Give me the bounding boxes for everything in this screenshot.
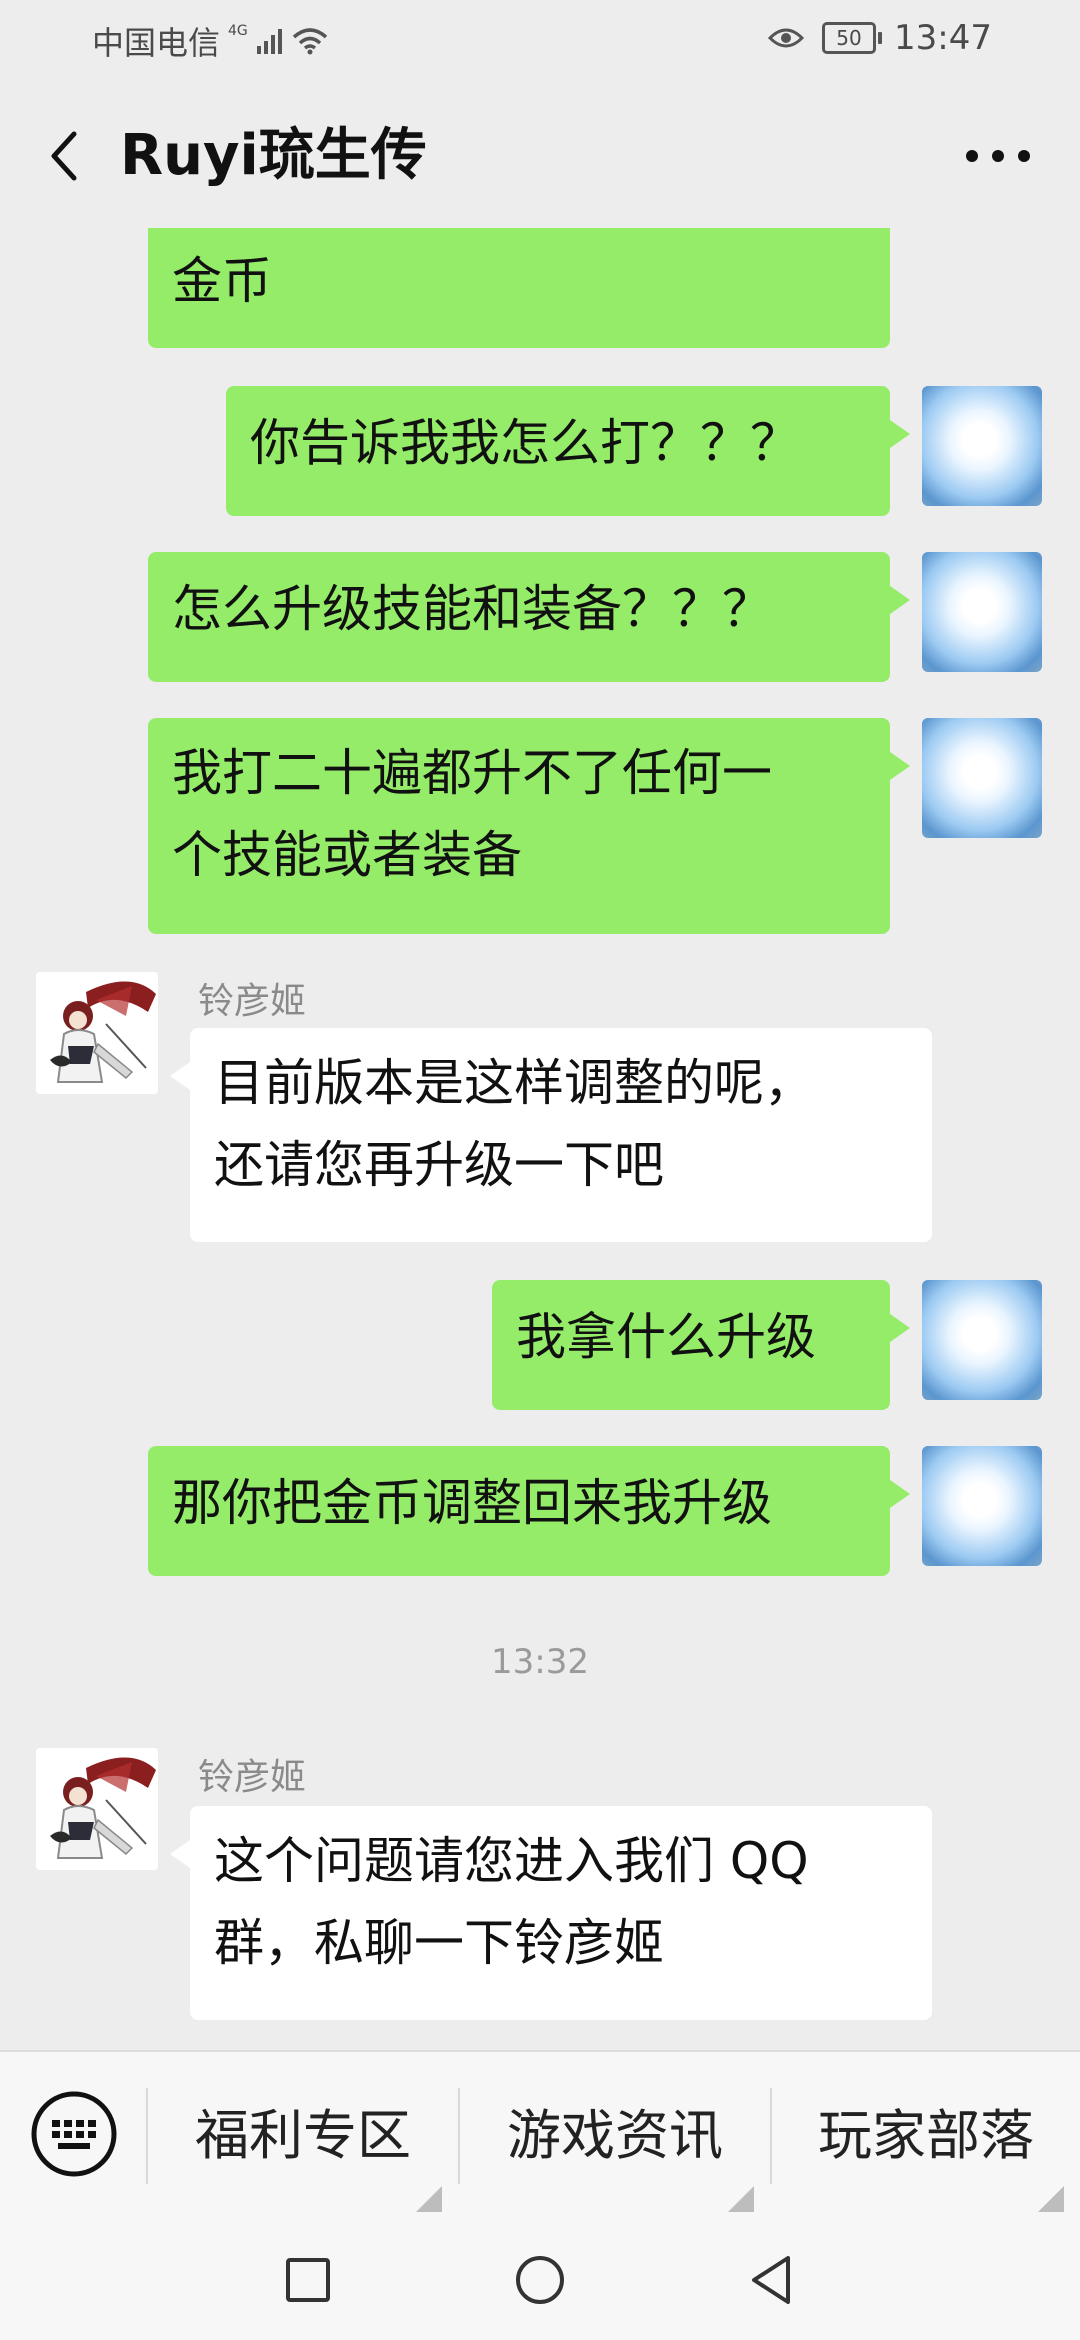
- message-bubble-outgoing[interactable]: 你告诉我我怎么打？？？: [226, 386, 910, 516]
- carrier-name: 中国电信: [92, 24, 221, 62]
- submenu-indicator-icon: [728, 2186, 754, 2212]
- menu-item-welfare[interactable]: 福利专区: [148, 2052, 458, 2220]
- user-avatar[interactable]: [922, 552, 1042, 672]
- contact-avatar-image: [50, 1757, 156, 1859]
- time-divider: 13:32: [491, 1642, 589, 1682]
- menu-item-label: 游戏资讯: [507, 2104, 723, 2167]
- message-text: 怎么升级技能和装备？？？: [172, 580, 772, 638]
- menu-item-news[interactable]: 游戏资讯: [460, 2052, 770, 2220]
- eye-icon: [768, 28, 805, 48]
- contact-avatar-image: [50, 981, 156, 1083]
- battery-level: 50: [836, 26, 862, 50]
- message-text-line: 群，私聊一下铃彦姬: [214, 1914, 664, 1972]
- message-text-line: 目前版本是这样调整的呢，: [214, 1054, 814, 1112]
- message-bubble-outgoing[interactable]: 金币: [148, 228, 890, 348]
- user-avatar[interactable]: [922, 718, 1042, 838]
- submenu-indicator-icon: [416, 2186, 442, 2212]
- contact-avatar[interactable]: [36, 1748, 158, 1870]
- wifi-icon: [292, 28, 327, 55]
- menu-item-label: 玩家部落: [818, 2104, 1034, 2167]
- submenu-indicator-icon: [1038, 2186, 1064, 2212]
- back-nav-icon[interactable]: [742, 2250, 802, 2310]
- sender-name: 铃彦姬: [198, 1757, 307, 1798]
- chat-title: Ruyi琉生传: [120, 123, 427, 188]
- contact-avatar[interactable]: [36, 972, 158, 1094]
- message-bubble-outgoing[interactable]: 怎么升级技能和装备？？？: [148, 552, 910, 682]
- sender-name: 铃彦姬: [198, 981, 307, 1022]
- message-bubble-outgoing[interactable]: 我打二十遍都升不了任何一 个技能或者装备: [148, 718, 910, 934]
- message-text-line: 我打二十遍都升不了任何一: [172, 744, 772, 802]
- message-text: 那你把金币调整回来我升级: [172, 1474, 772, 1532]
- message-bubble-outgoing[interactable]: 我拿什么升级: [492, 1280, 910, 1410]
- user-avatar[interactable]: [922, 1280, 1042, 1400]
- message-text-line: 个技能或者装备: [172, 826, 522, 884]
- signal-icon: [256, 29, 282, 54]
- more-dots-icon[interactable]: [958, 126, 1038, 186]
- official-account-menu: 福利专区 游戏资讯 玩家部落: [0, 2050, 1080, 2220]
- status-right: 50 13:47: [768, 18, 992, 58]
- clock: 13:47: [894, 18, 992, 58]
- message-bubble-incoming[interactable]: 这个问题请您进入我们 QQ 群，私聊一下铃彦姬: [170, 1806, 932, 2020]
- message-text-line: 还请您再升级一下吧: [214, 1136, 664, 1194]
- message-bubble-incoming[interactable]: 目前版本是这样调整的呢， 还请您再升级一下吧: [170, 1028, 932, 1242]
- user-avatar[interactable]: [922, 1446, 1042, 1566]
- user-avatar[interactable]: [922, 386, 1042, 506]
- chat-header: Ruyi琉生传: [0, 80, 1080, 228]
- message-text: 金币: [172, 252, 272, 310]
- message-list[interactable]: 金币 你告诉我我怎么打？？？ 怎么升级技能和装备？？？ 我打二十遍都升不了任何一…: [0, 228, 1080, 2050]
- status-bar: 中国电信 4G 50 13:47: [0, 0, 1080, 80]
- message-text: 我拿什么升级: [516, 1308, 816, 1366]
- menu-item-label: 福利专区: [195, 2104, 411, 2167]
- back-arrow-icon[interactable]: [38, 120, 94, 192]
- home-icon[interactable]: [510, 2250, 570, 2310]
- message-bubble-outgoing[interactable]: 那你把金币调整回来我升级: [148, 1446, 910, 1576]
- network-type: 4G: [228, 23, 248, 39]
- message-text: 你告诉我我怎么打？？？: [250, 414, 800, 472]
- menu-item-community[interactable]: 玩家部落: [772, 2052, 1080, 2220]
- recent-apps-icon[interactable]: [278, 2250, 338, 2310]
- status-left: 中国电信 4G: [92, 18, 328, 64]
- system-navigation-bar: [0, 2218, 1080, 2340]
- message-text-line: 这个问题请您进入我们 QQ: [214, 1832, 809, 1890]
- battery-icon: 50: [822, 22, 883, 54]
- keyboard-icon[interactable]: [30, 2090, 118, 2178]
